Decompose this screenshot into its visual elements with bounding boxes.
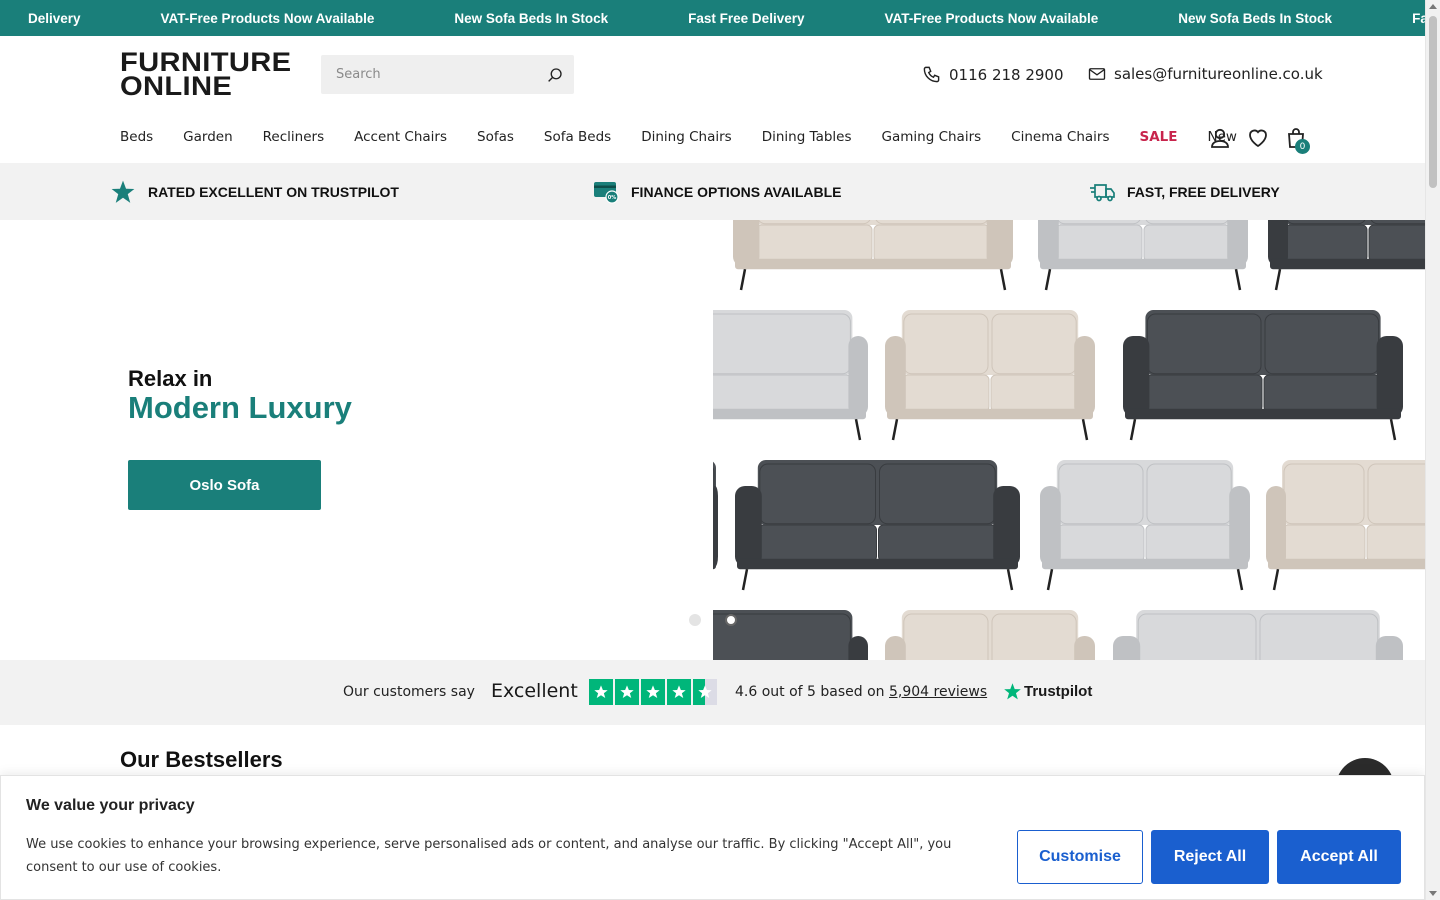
phone-number: 0116 218 2900	[949, 65, 1064, 84]
phone-icon	[923, 66, 940, 83]
wishlist-heart-icon[interactable]	[1246, 126, 1270, 150]
nav-item-dining-chairs[interactable]: Dining Chairs	[641, 129, 731, 145]
announcement-message: VAT-Free Products Now Available	[884, 10, 1099, 26]
scroll-down-arrow-icon[interactable]	[1429, 891, 1437, 896]
nav-item-accent-chairs[interactable]: Accent Chairs	[354, 129, 447, 145]
trustpilot-brand: Trustpilot	[1024, 683, 1093, 700]
hero-eyebrow: Relax in	[128, 366, 213, 391]
trustpilot-star-icon	[589, 679, 613, 705]
nav-item-recliners[interactable]: Recliners	[263, 129, 324, 145]
announcement-message: New Sofa Beds In Stock	[454, 10, 609, 26]
trustpilot-star-icon	[641, 679, 665, 705]
nav-item-dining-tables[interactable]: Dining Tables	[762, 129, 852, 145]
sofa-collage-image	[713, 220, 1425, 660]
mail-icon	[1088, 68, 1106, 80]
trust-item-trustpilot: RATED EXCELLENT ON TRUSTPILOT	[110, 163, 399, 220]
search-box	[321, 55, 574, 94]
trust-item-finance: 0% FINANCE OPTIONS AVAILABLE	[593, 163, 842, 220]
trustpilot-star-icon	[667, 679, 691, 705]
trustpilot-widget[interactable]: Our customers say Excellent 4.6 out of 5…	[0, 660, 1425, 725]
trust-item-delivery: FAST, FREE DELIVERY	[1089, 163, 1280, 220]
trust-item-label: FINANCE OPTIONS AVAILABLE	[631, 183, 842, 200]
scrollbar-thumb[interactable]	[1429, 16, 1437, 188]
trust-bar: RATED EXCELLENT ON TRUSTPILOT 0% FINANCE…	[0, 163, 1425, 220]
contact-email[interactable]: sales@furnitureonline.co.uk	[1088, 65, 1323, 83]
logo-line-2: ONLINE	[120, 71, 233, 101]
announcement-message: Fast Free Delivery	[688, 10, 805, 26]
search-icon[interactable]	[546, 66, 564, 84]
bestsellers-heading: Our Bestsellers	[120, 747, 283, 772]
hero-sofa-image[interactable]	[713, 220, 1425, 660]
cookie-title: We value your privacy	[26, 797, 195, 814]
svg-text:0%: 0%	[608, 195, 617, 201]
announcement-bar: Delivery VAT-Free Products Now Available…	[0, 0, 1425, 36]
trustpilot-score: 4.6 out of 5 based on 5,904 reviews	[735, 684, 987, 700]
cookie-text: We use cookies to enhance your browsing …	[26, 837, 952, 875]
hero-banner: Relax in Modern Luxury Oslo Sofa	[0, 220, 1425, 660]
announcement-message: Delivery	[28, 10, 81, 26]
trustpilot-score-text: 4.6 out of 5 based on	[735, 684, 885, 700]
hero-headline: Modern Luxury	[128, 390, 352, 425]
page-scrollbar[interactable]	[1425, 0, 1440, 900]
nav-item-beds[interactable]: Beds	[120, 129, 153, 145]
announcement-message: New Sofa Beds In Stock	[1178, 10, 1333, 26]
carousel-dot-2[interactable]	[725, 614, 737, 626]
nav-item-sofas[interactable]: Sofas	[477, 129, 514, 145]
trustpilot-star-logo-icon	[1004, 683, 1021, 700]
trustpilot-logo[interactable]: Trustpilot	[1003, 682, 1092, 701]
trustpilot-half-star-icon	[693, 679, 717, 705]
nav-item-gaming-chairs[interactable]: Gaming Chairs	[882, 129, 982, 145]
trust-item-label: FAST, FREE DELIVERY	[1127, 183, 1280, 200]
trustpilot-rating-word: Excellent	[491, 680, 578, 702]
search-input[interactable]	[321, 55, 541, 94]
site-logo[interactable]: FURNITURE ONLINE	[120, 49, 291, 100]
announcement-message: VAT-Free Products Now Available	[160, 10, 375, 26]
trust-item-label: RATED EXCELLENT ON TRUSTPILOT	[148, 183, 399, 200]
email-address: sales@furnitureonline.co.uk	[1114, 65, 1323, 83]
delivery-truck-icon	[1090, 183, 1115, 201]
scroll-up-arrow-icon[interactable]	[1429, 4, 1437, 9]
nav-item-sofa-beds[interactable]: Sofa Beds	[544, 129, 611, 145]
account-icon[interactable]	[1208, 126, 1232, 150]
star-icon	[111, 180, 135, 203]
credit-card-icon: 0%	[594, 181, 619, 204]
contact-phone[interactable]: 0116 218 2900	[922, 65, 1064, 84]
trustpilot-star-icon	[615, 679, 639, 705]
cookie-reject-all-button[interactable]: Reject All	[1151, 830, 1269, 884]
hero-cta-button[interactable]: Oslo Sofa	[128, 460, 321, 510]
carousel-dot-1[interactable]	[689, 614, 701, 626]
main-nav: Beds Garden Recliners Accent Chairs Sofa…	[120, 129, 1267, 145]
cookie-accept-all-button[interactable]: Accept All	[1277, 830, 1401, 884]
announcement-ticker: Delivery VAT-Free Products Now Available…	[0, 0, 1425, 36]
cookie-customise-button[interactable]: Customise	[1017, 830, 1143, 884]
header-icons: 0	[1208, 126, 1322, 154]
cookie-consent-banner: We value your privacy We use cookies to …	[0, 775, 1425, 900]
nav-item-sale[interactable]: SALE	[1140, 129, 1178, 145]
announcement-message: Fast Free Delivery	[1412, 10, 1425, 26]
trustpilot-stars	[589, 679, 719, 705]
cart-count-badge: 0	[1295, 139, 1310, 154]
trustpilot-reviews-link[interactable]: 5,904 reviews	[889, 684, 987, 700]
trustpilot-intro: Our customers say	[343, 684, 475, 700]
nav-item-garden[interactable]: Garden	[183, 129, 232, 145]
carousel-dots	[689, 614, 761, 626]
nav-item-cinema-chairs[interactable]: Cinema Chairs	[1011, 129, 1109, 145]
cart-button[interactable]: 0	[1284, 126, 1310, 154]
